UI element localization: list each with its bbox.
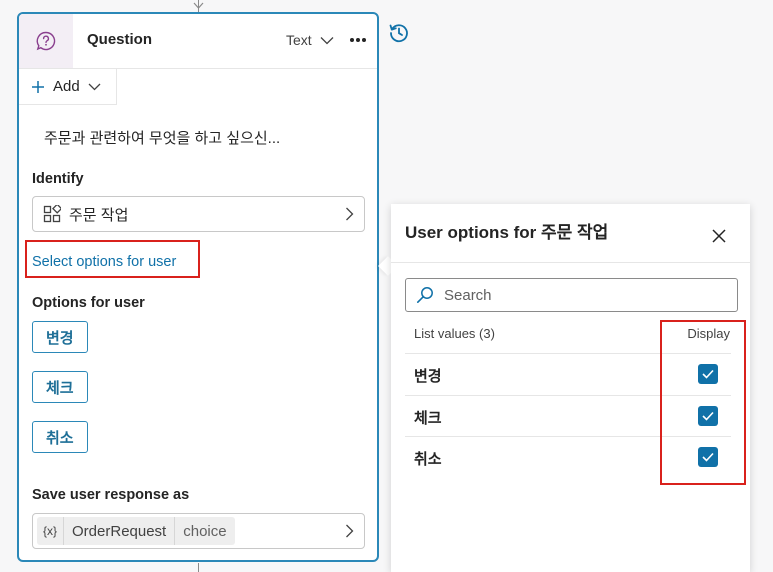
display-checkbox[interactable] xyxy=(698,364,718,384)
select-options-link[interactable]: Select options for user xyxy=(32,254,176,270)
list-values-header: List values (3) xyxy=(414,326,495,341)
options-label: Options for user xyxy=(32,295,145,311)
checkmark-icon xyxy=(702,452,714,462)
list-item-value: 취소 xyxy=(414,451,442,468)
response-type-label: Text xyxy=(286,32,312,48)
variable-name: OrderRequest xyxy=(63,517,174,545)
identify-value: 주문 작업 xyxy=(69,206,129,224)
variable-icon: {x} xyxy=(43,524,58,538)
chevron-down-icon xyxy=(88,83,101,90)
checkmark-icon xyxy=(702,411,714,421)
node-title: Question xyxy=(87,31,153,48)
chevron-right-icon xyxy=(346,524,354,538)
option-chip[interactable]: 취소 xyxy=(32,421,88,453)
more-options-button[interactable] xyxy=(347,30,369,50)
option-chip[interactable]: 체크 xyxy=(32,371,88,403)
save-variable-selector[interactable]: {x} OrderRequest choice xyxy=(32,513,365,549)
add-button[interactable]: Add xyxy=(19,69,117,105)
display-checkbox[interactable] xyxy=(698,406,718,426)
list-item: 체크 xyxy=(405,395,731,436)
list-item-value: 체크 xyxy=(414,410,442,427)
search-box[interactable] xyxy=(405,278,738,312)
close-icon[interactable] xyxy=(709,226,729,246)
display-checkbox[interactable] xyxy=(698,447,718,467)
list-item: 변경 xyxy=(405,353,731,394)
panel-title: User options for 주문 작업 xyxy=(405,223,609,242)
more-icon xyxy=(350,38,366,42)
arrow-down-icon xyxy=(193,2,204,9)
question-node[interactable]: Question Text Add 주문과 관련하여 무엇을 하고 싶으신...… xyxy=(17,12,379,562)
question-icon xyxy=(19,14,73,68)
chevron-right-icon xyxy=(346,207,354,221)
panel-divider xyxy=(391,262,750,263)
add-label: Add xyxy=(53,78,80,95)
entity-icon xyxy=(43,205,61,223)
list-header: List values (3) Display xyxy=(414,326,730,352)
plus-icon xyxy=(32,80,44,93)
question-message[interactable]: 주문과 관련하여 무엇을 하고 싶으신... xyxy=(44,127,280,148)
display-header: Display xyxy=(687,326,730,341)
checkmark-icon xyxy=(702,369,714,379)
save-response-label: Save user response as xyxy=(32,487,190,503)
identify-selector[interactable]: 주문 작업 xyxy=(32,196,365,232)
chevron-down-icon xyxy=(320,36,334,44)
variable-type: choice xyxy=(174,517,234,545)
flow-connector-bottom xyxy=(198,563,199,572)
add-row: Add xyxy=(19,69,377,105)
search-icon xyxy=(417,287,433,303)
search-input[interactable] xyxy=(442,285,726,305)
variable-token: {x} OrderRequest choice xyxy=(37,517,235,545)
option-chip[interactable]: 변경 xyxy=(32,321,88,353)
history-icon[interactable] xyxy=(388,22,410,44)
node-header: Question Text xyxy=(19,14,377,69)
list-item-value: 변경 xyxy=(414,368,442,385)
response-type-dropdown[interactable]: Text xyxy=(286,32,334,48)
user-options-panel: User options for 주문 작업 List values (3) D… xyxy=(391,204,750,572)
identify-label: Identify xyxy=(32,171,84,187)
list-item: 취소 xyxy=(405,436,731,477)
